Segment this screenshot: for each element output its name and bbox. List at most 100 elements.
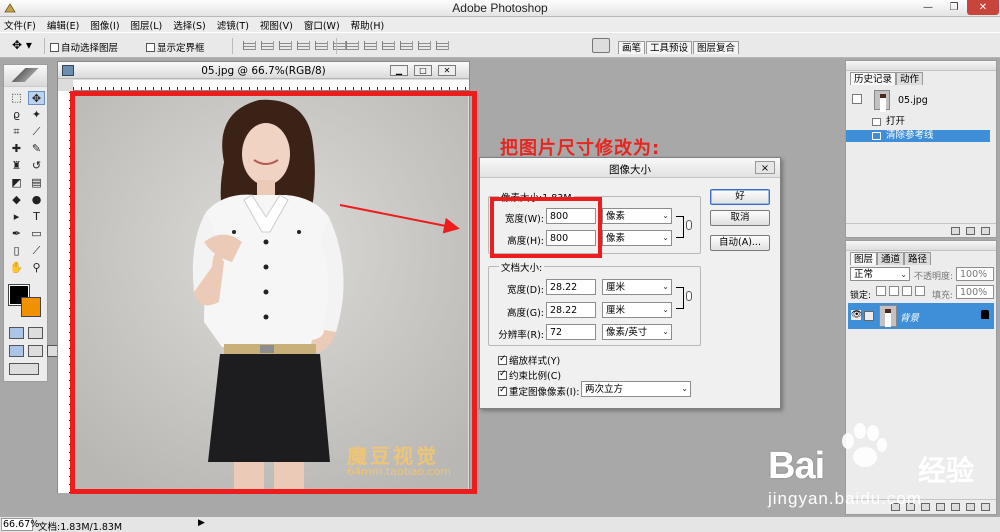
eraser-tool-icon[interactable]: ◩ xyxy=(8,176,25,190)
blur-tool-icon[interactable]: ◆ xyxy=(8,193,25,207)
align-vcenter-icon[interactable] xyxy=(261,41,274,50)
tab-brushes[interactable]: 画笔 xyxy=(618,41,646,54)
eye-icon[interactable]: 👁 xyxy=(851,310,862,320)
menu-select[interactable]: 选择(S) xyxy=(173,18,205,32)
menu-window[interactable]: 窗口(W) xyxy=(304,18,340,32)
tab-paths[interactable]: 路径 xyxy=(904,252,932,265)
path-selection-tool-icon[interactable]: ▸ xyxy=(8,210,25,224)
lock-position-icon[interactable] xyxy=(902,286,912,296)
horizontal-ruler[interactable] xyxy=(73,80,469,91)
lock-pixels-icon[interactable] xyxy=(889,286,899,296)
history-step[interactable]: 打开 xyxy=(846,116,990,128)
ok-button[interactable]: 好 xyxy=(710,189,770,205)
doc-minimize-button[interactable]: ▁ xyxy=(390,65,408,76)
lock-all-icon[interactable] xyxy=(915,286,925,296)
tab-layer-comps[interactable]: 图层复合 xyxy=(693,41,740,54)
history-snapshot[interactable]: 05.jpg xyxy=(852,90,982,112)
doc-height-input[interactable]: 28.22 xyxy=(546,302,596,318)
brush-link-icon[interactable] xyxy=(864,311,874,321)
distribute-right-icon[interactable] xyxy=(436,41,449,50)
slice-tool-icon[interactable]: ⟋ xyxy=(28,125,45,139)
tab-channels[interactable]: 通道 xyxy=(877,252,905,265)
auto-select-layer-checkbox[interactable]: 自动选择图层 xyxy=(50,40,118,54)
opacity-input[interactable]: 100% xyxy=(956,267,994,281)
standard-mode-icon[interactable] xyxy=(9,327,24,339)
magic-wand-tool-icon[interactable]: ✦ xyxy=(28,108,45,122)
snapshot-brush-icon[interactable] xyxy=(852,94,862,104)
hand-tool-icon[interactable]: ✋ xyxy=(8,261,25,275)
checkbox-box[interactable] xyxy=(498,385,507,396)
distribute-top-icon[interactable] xyxy=(346,41,359,50)
dialog-close-button[interactable]: × xyxy=(755,161,775,174)
lock-transparency-icon[interactable] xyxy=(876,286,886,296)
tab-layers[interactable]: 图层 xyxy=(850,252,878,265)
show-bounding-box-checkbox[interactable]: 显示定界框 xyxy=(146,40,205,54)
layer-row-background[interactable]: 👁 背景 xyxy=(848,303,994,329)
menu-edit[interactable]: 编辑(E) xyxy=(47,18,79,32)
cancel-button[interactable]: 取消 xyxy=(710,210,770,226)
type-tool-icon[interactable]: T xyxy=(28,210,45,224)
move-tool-preset-icon[interactable]: ✥ ▾ xyxy=(12,38,38,52)
resample-image-checkbox[interactable]: 重定图像像素(I): xyxy=(498,384,579,398)
restore-button[interactable]: ❐ xyxy=(941,0,967,15)
fill-input[interactable]: 100% xyxy=(956,285,994,299)
quick-mask-mode-icon[interactable] xyxy=(28,327,43,339)
checkbox-box[interactable] xyxy=(498,369,507,380)
constrain-proportions-checkbox[interactable]: 约束比例(C) xyxy=(498,368,561,382)
marquee-tool-icon[interactable]: ⬚ xyxy=(8,91,25,105)
resolution-unit-select[interactable]: 像素/英寸 ⌄ xyxy=(602,324,672,340)
minimize-button[interactable]: — xyxy=(915,0,941,15)
pen-tool-icon[interactable]: ✒ xyxy=(8,227,25,241)
menu-help[interactable]: 帮助(H) xyxy=(351,18,385,32)
full-screen-menu-icon[interactable] xyxy=(28,345,43,357)
zoom-level-field[interactable]: 66.67% xyxy=(1,518,39,531)
menu-filter[interactable]: 滤镜(T) xyxy=(217,18,249,32)
auto-button[interactable]: 自动(A)... xyxy=(710,235,770,251)
tab-actions[interactable]: 动作 xyxy=(896,72,924,85)
scale-styles-checkbox[interactable]: 缩放样式(Y) xyxy=(498,353,560,367)
doc-height-unit-select[interactable]: 厘米 ⌄ xyxy=(602,302,672,318)
new-document-from-state-icon[interactable] xyxy=(951,226,960,235)
align-hcenter-icon[interactable] xyxy=(315,41,328,50)
background-color-swatch[interactable] xyxy=(21,297,41,317)
zoom-tool-icon[interactable]: ⚲ xyxy=(28,261,45,275)
doc-close-button[interactable]: ✕ xyxy=(438,65,456,76)
clone-stamp-tool-icon[interactable]: ♜ xyxy=(8,159,25,173)
align-top-icon[interactable] xyxy=(243,41,256,50)
height-unit-select[interactable]: 像素 ⌄ xyxy=(602,230,672,246)
distribute-hcenter-icon[interactable] xyxy=(418,41,431,50)
healing-brush-tool-icon[interactable]: ✚ xyxy=(8,142,25,156)
menu-file[interactable]: 文件(F) xyxy=(4,18,36,32)
notes-tool-icon[interactable]: ▯ xyxy=(8,244,25,258)
palette-well-icon[interactable] xyxy=(592,38,610,53)
distribute-left-icon[interactable] xyxy=(400,41,413,50)
doc-width-input[interactable]: 28.22 xyxy=(546,279,596,295)
tab-tool-presets[interactable]: 工具预设 xyxy=(646,41,693,54)
checkbox-box[interactable] xyxy=(50,42,59,52)
new-snapshot-icon[interactable] xyxy=(966,226,975,235)
resolution-input[interactable]: 72 xyxy=(546,324,596,340)
tab-history[interactable]: 历史记录 xyxy=(850,72,897,85)
crop-tool-icon[interactable]: ⌗ xyxy=(8,125,25,139)
blend-mode-select[interactable]: 正常 ⌄ xyxy=(850,267,910,281)
menu-image[interactable]: 图像(I) xyxy=(90,18,119,32)
width-unit-select[interactable]: 像素 ⌄ xyxy=(602,208,672,224)
distribute-bottom-icon[interactable] xyxy=(382,41,395,50)
lasso-tool-icon[interactable]: ϱ xyxy=(8,108,25,122)
eyedropper-tool-icon[interactable]: ⟋ xyxy=(28,244,45,258)
history-brush-tool-icon[interactable]: ↺ xyxy=(28,159,45,173)
dodge-tool-icon[interactable]: ● xyxy=(28,193,45,207)
align-right-icon[interactable] xyxy=(333,41,346,50)
doc-width-unit-select[interactable]: 厘米 ⌄ xyxy=(602,279,672,295)
distribute-vcenter-icon[interactable] xyxy=(364,41,377,50)
resample-method-select[interactable]: 两次立方 ⌄ xyxy=(581,381,691,397)
checkbox-box[interactable] xyxy=(498,354,507,365)
menu-layer[interactable]: 图层(L) xyxy=(131,18,163,32)
doc-maximize-button[interactable]: □ xyxy=(414,65,432,76)
history-step-selected[interactable]: 清除参考线 xyxy=(846,130,990,142)
shape-tool-icon[interactable]: ▭ xyxy=(28,227,45,241)
close-button[interactable]: ✕ xyxy=(967,0,999,15)
brush-tool-icon[interactable]: ✎ xyxy=(28,142,45,156)
trash-icon[interactable] xyxy=(981,226,990,235)
checkbox-box[interactable] xyxy=(146,42,155,52)
